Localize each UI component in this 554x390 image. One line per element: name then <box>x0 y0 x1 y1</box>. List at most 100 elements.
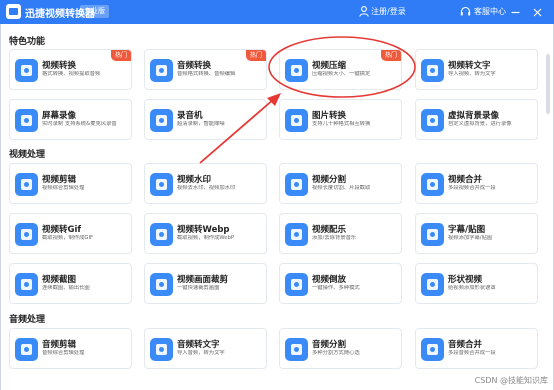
card-description: 压缩视频大小、一键搞定 <box>312 71 371 77</box>
card-description: 给视频添加形状遮罩 <box>448 285 496 291</box>
card-audio-split[interactable]: 音频分割 多种分割方式随心选 <box>279 328 402 369</box>
card-shape-video[interactable]: 形状视频 给视频添加形状遮罩 <box>415 263 538 304</box>
card-description: 音频综合剪辑处理 <box>42 350 85 356</box>
card-description: 超清录制，智能降噪 <box>177 121 225 127</box>
card-description: 视频添加字幕/贴图 <box>448 235 493 241</box>
card-description: 一键操作、多种模式 <box>312 285 360 291</box>
card-title: 屏幕录像 <box>42 111 77 121</box>
close-icon <box>533 8 541 16</box>
card-title: 音频合并 <box>448 340 483 350</box>
card-image-convert[interactable]: 图片转换 支持几十种格式相互转换 <box>279 99 402 140</box>
support-center-link[interactable]: 客服中心 <box>474 6 506 17</box>
hot-badge: 热门 <box>380 50 401 61</box>
video-watermark-icon <box>150 173 173 196</box>
card-description: 多种分割方式随心选 <box>312 350 360 356</box>
video-to-webp-icon <box>150 223 173 246</box>
card-title: 音频剪辑 <box>42 340 77 350</box>
card-description: 导入视频、转为文字 <box>448 71 496 77</box>
subtitle-sticker-icon <box>421 223 444 246</box>
video-compress-icon <box>285 59 308 82</box>
card-description: 音频格式转换、音频编辑 <box>177 71 236 77</box>
card-subtitle-sticker[interactable]: 字幕/贴图 视频添加字幕/贴图 <box>415 213 538 254</box>
audio-merge-icon <box>421 338 444 361</box>
video-to-gif-icon <box>15 223 38 246</box>
card-audio-merge[interactable]: 音频合并 多段音频合并成一段 <box>415 328 538 369</box>
card-title: 视频配乐 <box>312 225 347 235</box>
card-description: 一键快速裁剪画面 <box>177 285 220 291</box>
watermark: CSDN @技能知识库 <box>474 376 548 385</box>
login-link[interactable]: 注册/登录 <box>371 6 406 17</box>
card-title: 视频倒放 <box>312 275 347 285</box>
card-title: 虚拟背景录像 <box>448 111 500 121</box>
card-title: 形状视频 <box>448 275 483 285</box>
card-video-to-webp[interactable]: 视频转Webp 截取视频，制作成WebP <box>144 213 267 254</box>
card-video-watermark[interactable]: 视频水印 视频去水印、视频加水印 <box>144 163 267 204</box>
minimize-button[interactable] <box>508 5 522 19</box>
card-description: 导入音频，转为文字 <box>177 350 225 356</box>
card-virtual-background[interactable]: 虚拟背景录像 自定义虚拟背景，进行录像 <box>415 99 538 140</box>
edition-badge: 专业版 <box>80 5 109 18</box>
recorder-icon <box>150 109 173 132</box>
card-description: 视频去水印、视频加水印 <box>177 185 236 191</box>
card-title: 视频转文字 <box>448 61 491 71</box>
main-content: 特色功能 视频转换 格式转换、视频提取音频 热门 音频转换 音频格式转换、音频编… <box>0 24 554 390</box>
card-video-to-gif[interactable]: 视频转Gif 截取视频，制作成GIF <box>9 213 132 254</box>
image-convert-icon <box>285 109 308 132</box>
card-video-edit[interactable]: 视频剪辑 视频综合剪辑处理 <box>9 163 132 204</box>
audio-edit-icon <box>15 338 38 361</box>
audio-convert-icon <box>150 59 173 82</box>
card-title: 图片转换 <box>312 111 347 121</box>
video-music-icon <box>285 223 308 246</box>
video-reverse-icon <box>285 273 308 296</box>
card-video-split[interactable]: 视频分割 视频长度切割、片段截取 <box>279 163 402 204</box>
title-bar: 迅捷视频转换器 专业版 注册/登录 客服中心 <box>0 0 554 24</box>
card-title: 视频合并 <box>448 175 483 185</box>
audio-split-icon <box>285 338 308 361</box>
card-video-merge[interactable]: 视频合并 多段视频合并成一段 <box>415 163 538 204</box>
card-title: 音频转换 <box>177 61 212 71</box>
card-video-screenshot[interactable]: 视频截图 连续截图、输出长图 <box>9 263 132 304</box>
card-description: 格式转换、视频提取音频 <box>42 71 101 77</box>
card-description: 视频长度切割、片段截取 <box>312 185 371 191</box>
card-description: 视频综合剪辑处理 <box>42 185 85 191</box>
audio-to-text-icon <box>150 338 173 361</box>
card-audio-convert[interactable]: 音频转换 音频格式转换、音频编辑 热门 <box>144 49 267 90</box>
card-title: 视频画面裁剪 <box>177 275 229 285</box>
card-title: 视频转Webp <box>177 225 230 235</box>
card-description: 截取视频，制作成WebP <box>177 235 235 241</box>
card-title: 视频分割 <box>312 175 347 185</box>
video-edit-icon <box>15 173 38 196</box>
card-screen-record[interactable]: 屏幕录像 实时录制 支持系统&麦克风录音 <box>9 99 132 140</box>
card-title: 字幕/贴图 <box>448 225 486 235</box>
hot-badge: 热门 <box>245 50 266 61</box>
card-video-reverse[interactable]: 视频倒放 一键操作、多种模式 <box>279 263 402 304</box>
video-crop-icon <box>150 273 173 296</box>
card-title: 音频分割 <box>312 340 347 350</box>
screen-record-icon <box>15 109 38 132</box>
video-merge-icon <box>421 173 444 196</box>
card-video-to-text[interactable]: 视频转文字 导入视频、转为文字 <box>415 49 538 90</box>
minimize-icon <box>511 11 519 13</box>
card-video-music[interactable]: 视频配乐 添加/去除背景音乐 <box>279 213 402 254</box>
card-video-compress[interactable]: 视频压缩 压缩视频大小、一键搞定 热门 <box>279 49 402 90</box>
close-button[interactable] <box>530 5 544 19</box>
card-title: 视频截图 <box>42 275 77 285</box>
video-split-icon <box>285 173 308 196</box>
card-description: 连续截图、输出长图 <box>42 285 90 291</box>
app-logo-icon <box>6 4 21 19</box>
headset-icon[interactable] <box>460 6 471 17</box>
card-description: 自定义虚拟背景，进行录像 <box>448 121 512 127</box>
card-description: 多段音频合并成一段 <box>448 350 496 356</box>
card-video-convert[interactable]: 视频转换 格式转换、视频提取音频 热门 <box>9 49 132 90</box>
card-recorder[interactable]: 录音机 超清录制，智能降噪 <box>144 99 267 140</box>
card-title: 视频剪辑 <box>42 175 77 185</box>
video-screenshot-icon <box>15 273 38 296</box>
scrollbar[interactable] <box>546 54 550 114</box>
card-video-crop[interactable]: 视频画面裁剪 一键快速裁剪画面 <box>144 263 267 304</box>
user-icon[interactable] <box>359 6 369 17</box>
card-audio-edit[interactable]: 音频剪辑 音频综合剪辑处理 <box>9 328 132 369</box>
section-title: 音频处理 <box>9 315 46 325</box>
card-title: 音频转文字 <box>177 340 220 350</box>
card-audio-to-text[interactable]: 音频转文字 导入音频，转为文字 <box>144 328 267 369</box>
section-title: 视频处理 <box>9 150 46 160</box>
